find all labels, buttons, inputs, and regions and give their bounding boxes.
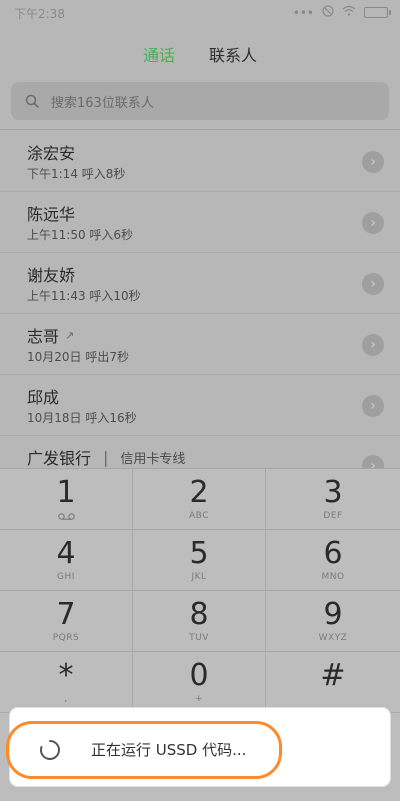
chevron-right-icon[interactable]: › <box>362 151 384 173</box>
chevron-right-icon[interactable]: › <box>362 273 384 295</box>
status-icons: ••• <box>292 5 391 20</box>
chevron-right-icon[interactable]: › <box>362 212 384 234</box>
key-6[interactable]: 6 MNO <box>266 530 400 591</box>
contact-subtitle: 信用卡专线 <box>120 451 186 467</box>
chevron-right-icon[interactable]: › <box>362 395 384 417</box>
highlight-annotation <box>6 721 282 779</box>
call-meta: 下午1:14 呼入8秒 <box>27 167 126 181</box>
key-0[interactable]: 0 + <box>133 652 266 713</box>
chevron-right-icon[interactable]: › <box>362 334 384 356</box>
key-5[interactable]: 5 JKL <box>133 530 266 591</box>
key-3[interactable]: 3 DEF <box>266 469 400 530</box>
contact-name: 谢友娇 <box>27 266 76 285</box>
key-8[interactable]: 8 TUV <box>133 591 266 652</box>
search-placeholder: 搜索163位联系人 <box>51 95 154 111</box>
contact-name: 涂宏安 <box>27 144 76 163</box>
more-icon: ••• <box>292 5 314 20</box>
call-log-list: 涂宏安 下午1:14 呼入8秒 › 陈远华 上午11:50 呼入6秒 › 谢友娇… <box>0 130 400 468</box>
call-log-item[interactable]: 谢友娇 上午11:43 呼入10秒 › <box>0 252 400 314</box>
call-meta: 10月20日 呼出7秒 <box>27 350 129 364</box>
key-star[interactable]: * , <box>0 652 133 713</box>
voicemail-icon <box>58 513 75 520</box>
contact-name: 志哥 ↗ <box>27 327 75 346</box>
key-7[interactable]: 7 PQRS <box>0 591 133 652</box>
call-log-item[interactable]: 广发银行 | 信用卡专线 › <box>0 435 400 468</box>
call-log-item[interactable]: 志哥 ↗ 10月20日 呼出7秒 › <box>0 313 400 375</box>
call-meta: 上午11:43 呼入10秒 <box>27 289 141 303</box>
key-2[interactable]: 2 ABC <box>133 469 266 530</box>
status-bar: 下午2:38 ••• <box>0 0 400 24</box>
tab-contacts[interactable]: 联系人 <box>209 42 257 66</box>
status-time: 下午2:38 <box>14 7 65 21</box>
key-4[interactable]: 4 GHI <box>0 530 133 591</box>
tab-calls[interactable]: 通话 <box>143 42 175 66</box>
name-separator: | <box>103 447 109 467</box>
wifi-icon <box>342 5 356 20</box>
chevron-right-icon[interactable]: › <box>362 455 384 468</box>
contact-name: 陈远华 <box>27 205 76 224</box>
key-hash[interactable]: # <box>266 652 400 713</box>
call-log-item[interactable]: 陈远华 上午11:50 呼入6秒 › <box>0 191 400 253</box>
contact-name: 广发银行 | 信用卡专线 <box>27 447 186 469</box>
battery-icon <box>364 7 391 18</box>
search-input[interactable]: 搜索163位联系人 <box>11 82 389 120</box>
search-icon <box>25 94 39 108</box>
key-9[interactable]: 9 WXYZ <box>266 591 400 652</box>
mute-icon <box>322 5 334 20</box>
tab-header: 通话 联系人 <box>0 24 400 80</box>
contact-name: 邱成 <box>27 388 60 407</box>
call-meta: 10月18日 呼入16秒 <box>27 411 137 425</box>
call-log-item[interactable]: 邱成 10月18日 呼入16秒 › <box>0 374 400 436</box>
call-meta: 上午11:50 呼入6秒 <box>27 228 134 242</box>
key-1[interactable]: 1 <box>0 469 133 530</box>
outgoing-call-icon: ↗ <box>65 328 75 342</box>
call-log-item[interactable]: 涂宏安 下午1:14 呼入8秒 › <box>0 130 400 192</box>
